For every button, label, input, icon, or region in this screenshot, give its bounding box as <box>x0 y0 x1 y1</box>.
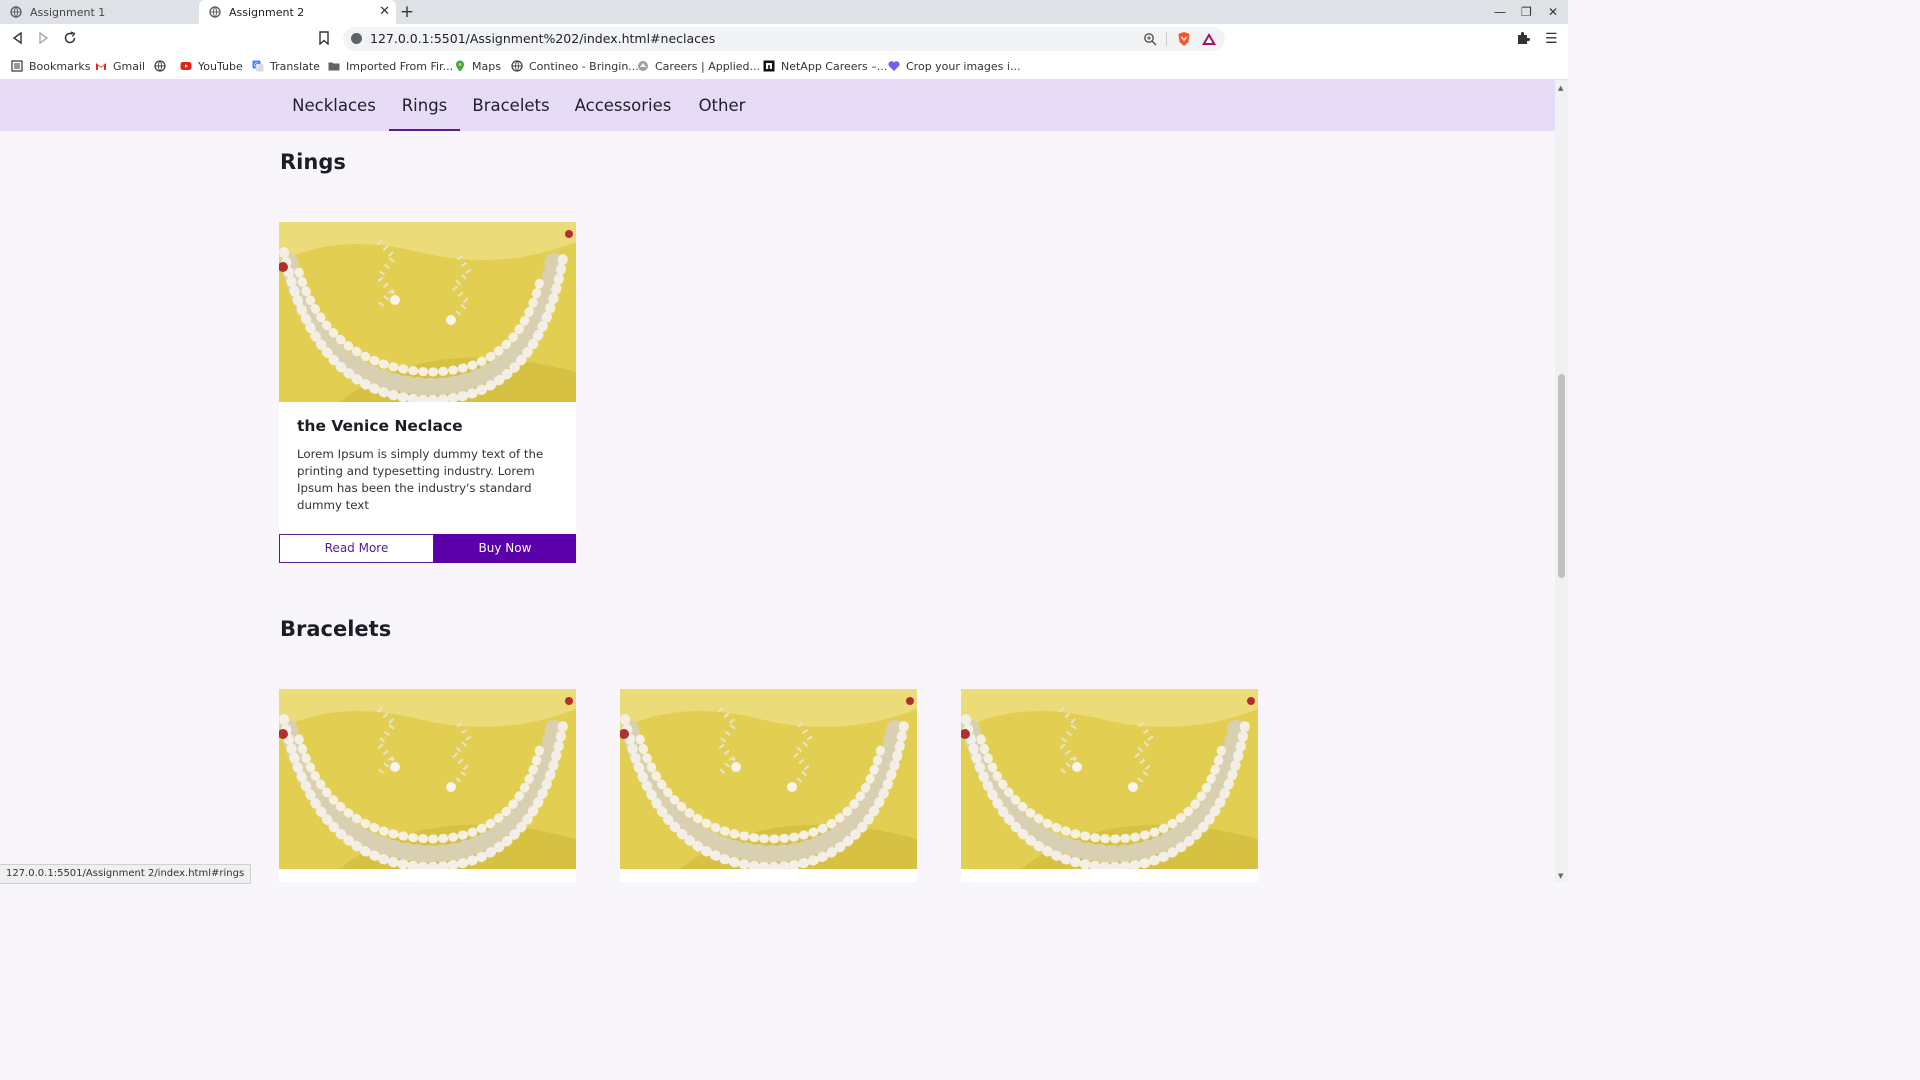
bookmark-item[interactable]: Contineo - Bringin... <box>511 54 639 78</box>
product-image <box>279 689 576 869</box>
nav-accessories[interactable]: Accessories <box>567 80 679 131</box>
brave-shield-icon[interactable] <box>1177 31 1191 47</box>
nav-rings[interactable]: Rings <box>389 80 460 131</box>
divider <box>1166 32 1167 46</box>
svg-text:G: G <box>254 62 259 69</box>
heart-icon <box>888 61 900 71</box>
globe-icon <box>209 6 221 18</box>
bookmarks-icon <box>11 60 23 72</box>
maps-icon <box>456 60 464 72</box>
bookmark-page-icon[interactable] <box>316 31 332 47</box>
close-window-icon[interactable]: ✕ <box>1548 4 1558 20</box>
read-more-button[interactable]: Read More <box>279 534 434 563</box>
close-tab-icon[interactable]: ✕ <box>379 5 390 19</box>
globe-icon <box>154 60 166 72</box>
site-info-icon[interactable] <box>351 33 362 44</box>
nav-other[interactable]: Other <box>690 80 754 131</box>
reload-icon[interactable] <box>62 31 78 47</box>
nav-bracelets[interactable]: Bracelets <box>466 80 556 131</box>
page-scrollbar[interactable]: ▲ ▼ <box>1555 80 1568 882</box>
restore-icon[interactable]: ❐ <box>1521 4 1532 20</box>
scroll-up-icon[interactable]: ▲ <box>1558 84 1563 92</box>
youtube-icon <box>180 62 192 70</box>
bookmark-item[interactable]: NetApp Careers –... <box>763 54 887 78</box>
product-image <box>961 689 1258 869</box>
bookmarks-bar: Bookmarks Gmail YouTube G Translate Impo… <box>0 54 1568 80</box>
extensions-icon[interactable] <box>1516 31 1530 49</box>
tab-assignment-2[interactable]: Assignment 2 ✕ <box>199 0 396 24</box>
bookmark-item[interactable]: Imported From Fir... <box>328 54 453 78</box>
zoom-icon[interactable] <box>1143 32 1157 46</box>
brave-rewards-icon[interactable] <box>1201 31 1217 47</box>
product-title: the Venice Neclace <box>297 417 463 435</box>
globe-icon <box>10 6 22 18</box>
tab-label: Assignment 2 <box>229 5 305 19</box>
folder-icon <box>328 62 340 71</box>
product-card <box>279 689 576 882</box>
gmail-icon <box>96 63 106 70</box>
status-bar-url: 127.0.0.1:5501/Assignment 2/index.html#r… <box>0 864 252 884</box>
category-nav: Necklaces Rings Bracelets Accessories Ot… <box>0 80 1555 131</box>
bookmark-item[interactable]: Maps <box>454 54 501 78</box>
product-image <box>620 689 917 869</box>
bookmark-item[interactable] <box>154 54 172 78</box>
tab-assignment-1[interactable]: Assignment 1 <box>0 0 198 24</box>
browser-toolbar: 127.0.0.1:5501/Assignment%202/index.html… <box>0 24 1568 54</box>
tab-label: Assignment 1 <box>30 5 106 19</box>
netapp-icon <box>763 60 775 72</box>
product-description: Lorem Ipsum is simply dummy text of the … <box>297 447 544 512</box>
bookmark-item[interactable]: G Translate <box>252 54 320 78</box>
bookmark-item[interactable]: Careers | Applied... <box>637 54 760 78</box>
careers-icon <box>638 61 648 71</box>
section-title-bracelets: Bracelets <box>280 617 392 641</box>
bookmark-item[interactable]: Gmail <box>95 54 145 78</box>
translate-icon: G <box>252 60 264 72</box>
bookmark-item[interactable]: Bookmarks <box>11 54 90 78</box>
scroll-down-icon[interactable]: ▼ <box>1558 872 1563 880</box>
product-card: the Venice Neclace Lorem Ipsum is simply… <box>279 222 576 563</box>
product-image <box>279 222 576 402</box>
globe-icon <box>511 60 523 72</box>
new-tab-icon[interactable]: + <box>399 2 415 22</box>
forward-icon[interactable] <box>35 31 51 47</box>
minimize-icon[interactable]: — <box>1494 4 1506 20</box>
address-url[interactable]: 127.0.0.1:5501/Assignment%202/index.html… <box>370 27 715 51</box>
back-icon[interactable] <box>10 31 26 47</box>
menu-icon[interactable]: ☰ <box>1545 31 1558 47</box>
tab-strip: Assignment 1 Assignment 2 ✕ + — ❐ ✕ <box>0 0 1568 24</box>
product-card <box>961 689 1258 882</box>
scrollbar-thumb[interactable] <box>1558 374 1565 578</box>
product-card <box>620 689 917 882</box>
bookmark-item[interactable]: YouTube <box>180 54 243 78</box>
bookmark-item[interactable]: Crop your images i... <box>888 54 1020 78</box>
address-bar[interactable]: 127.0.0.1:5501/Assignment%202/index.html… <box>343 27 1225 51</box>
section-title-rings: Rings <box>280 150 346 174</box>
nav-necklaces[interactable]: Necklaces <box>282 80 386 131</box>
buy-now-button[interactable]: Buy Now <box>434 534 576 563</box>
